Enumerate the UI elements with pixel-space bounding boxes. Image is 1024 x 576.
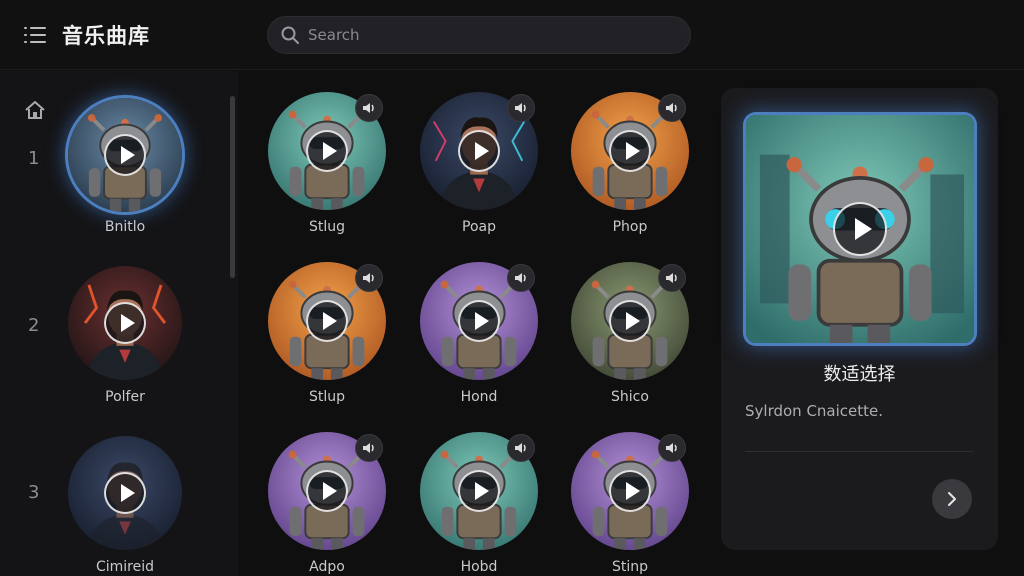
divider bbox=[745, 451, 973, 452]
speaker-badge[interactable] bbox=[658, 264, 686, 292]
grid-item-label: Poap bbox=[462, 219, 496, 235]
rail-item-label: Bnitlo bbox=[104, 219, 146, 235]
grid-item-label: Shico bbox=[611, 389, 649, 405]
play-button[interactable] bbox=[104, 134, 146, 176]
rank-number: 1 bbox=[28, 148, 40, 169]
rank-number: 3 bbox=[28, 482, 40, 503]
speaker-icon bbox=[363, 273, 374, 283]
featured-title: 数适选择 bbox=[823, 364, 896, 385]
home-icon[interactable] bbox=[24, 100, 46, 120]
speaker-icon bbox=[515, 273, 526, 283]
featured-panel: 数适选择 Sylrdon Cnaicette. bbox=[721, 88, 998, 550]
search-icon bbox=[281, 26, 299, 44]
speaker-badge[interactable] bbox=[355, 94, 383, 122]
speaker-badge[interactable] bbox=[658, 434, 686, 462]
rail-cover-2[interactable] bbox=[68, 266, 182, 380]
chevron-right-icon bbox=[948, 492, 956, 506]
speaker-badge[interactable] bbox=[658, 94, 686, 122]
app-title: 音乐曲库 bbox=[62, 24, 150, 48]
grid-item-label: Stlup bbox=[308, 389, 346, 405]
speaker-badge[interactable] bbox=[507, 264, 535, 292]
play-button[interactable] bbox=[609, 130, 651, 172]
speaker-icon bbox=[666, 103, 677, 113]
rail-scrollbar[interactable] bbox=[230, 96, 235, 278]
grid-item-label: Stinp bbox=[611, 559, 649, 575]
speaker-icon bbox=[666, 443, 677, 453]
speaker-badge[interactable] bbox=[355, 434, 383, 462]
menu-list-icon[interactable] bbox=[24, 26, 46, 44]
featured-subtitle: Sylrdon Cnaicette. bbox=[745, 402, 884, 420]
grid-item-label: Hobd bbox=[460, 559, 498, 575]
rail-item-label: Polfer bbox=[105, 389, 145, 405]
speaker-badge[interactable] bbox=[355, 264, 383, 292]
grid-item-label: Hond bbox=[460, 389, 498, 405]
speaker-badge[interactable] bbox=[507, 94, 535, 122]
play-button[interactable] bbox=[306, 300, 348, 342]
play-button[interactable] bbox=[306, 470, 348, 512]
next-button[interactable] bbox=[932, 479, 972, 519]
search-bar[interactable] bbox=[267, 16, 691, 54]
featured-cover[interactable] bbox=[746, 115, 974, 343]
rail-cover-3[interactable] bbox=[68, 436, 182, 550]
speaker-icon bbox=[515, 443, 526, 453]
play-button[interactable] bbox=[104, 302, 146, 344]
search-input[interactable] bbox=[308, 17, 678, 53]
speaker-icon bbox=[363, 443, 374, 453]
speaker-icon bbox=[515, 103, 526, 113]
speaker-badge[interactable] bbox=[507, 434, 535, 462]
play-button[interactable] bbox=[833, 202, 887, 256]
rail-item-label: Cimireid bbox=[95, 559, 155, 575]
play-button[interactable] bbox=[458, 300, 500, 342]
speaker-icon bbox=[666, 273, 677, 283]
play-button[interactable] bbox=[609, 300, 651, 342]
app-header: 音乐曲库 bbox=[0, 0, 1024, 70]
grid-item-label: Phop bbox=[612, 219, 648, 235]
play-button[interactable] bbox=[306, 130, 348, 172]
play-button[interactable] bbox=[609, 470, 651, 512]
rail-cover-1[interactable] bbox=[68, 98, 182, 212]
play-button[interactable] bbox=[458, 130, 500, 172]
play-button[interactable] bbox=[458, 470, 500, 512]
grid-item-label: Adpo bbox=[309, 559, 345, 575]
speaker-icon bbox=[363, 103, 374, 113]
play-button[interactable] bbox=[104, 472, 146, 514]
grid-item-label: Stlug bbox=[308, 219, 346, 235]
rank-number: 2 bbox=[28, 315, 40, 336]
